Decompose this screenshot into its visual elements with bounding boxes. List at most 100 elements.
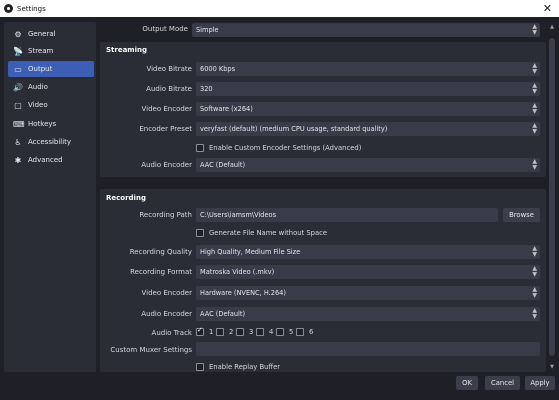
custom-encoder-label: Enable Custom Encoder Settings (Advanced… xyxy=(209,144,362,152)
scrollbar-thumb[interactable] xyxy=(549,38,555,356)
audio-bitrate-select[interactable]: 320 ▲ ▼ xyxy=(196,82,540,96)
audio-track-2-checkbox[interactable]: 2 xyxy=(216,328,233,336)
video-icon: ▢ xyxy=(14,100,22,110)
audio-track-1-checkbox[interactable]: 1 xyxy=(196,326,214,336)
recording-audio-encoder-select[interactable]: AAC (Default) ▲ ▼ xyxy=(196,307,540,321)
scroll-up-icon[interactable]: ▲ xyxy=(548,24,556,30)
ok-button[interactable]: OK xyxy=(456,376,478,390)
encoder-preset-select[interactable]: veryfast (default) (medium CPU usage, st… xyxy=(196,122,540,136)
sidebar-item-advanced[interactable]: ✱ Advanced xyxy=(8,152,94,168)
audio-track-6-label: 6 xyxy=(309,328,314,336)
audio-track-3-checkbox[interactable]: 3 xyxy=(236,328,253,336)
updown-arrows-icon: ▲ ▼ xyxy=(532,122,537,135)
video-encoder-label: Video Encoder xyxy=(141,105,192,113)
close-icon[interactable]: ✕ xyxy=(543,2,552,15)
recording-audio-encoder-label: Audio Encoder xyxy=(141,310,192,318)
recording-quality-value: High Quality, Medium File Size xyxy=(200,248,301,256)
replay-buffer-label: Enable Replay Buffer xyxy=(209,363,281,371)
video-encoder-value: Software (x264) xyxy=(200,105,253,113)
audio-track-1-label: 1 xyxy=(209,328,214,336)
accessibility-icon: ♿ xyxy=(14,137,22,147)
checkbox-box[interactable] xyxy=(236,328,244,336)
recording-video-encoder-label: Video Encoder xyxy=(141,289,192,297)
recording-path-label: Recording Path xyxy=(139,211,192,219)
sidebar-item-audio[interactable]: 🔊 Audio xyxy=(8,79,94,95)
recording-format-value: Matroska Video (.mkv) xyxy=(200,268,275,276)
checkbox-box[interactable] xyxy=(296,328,304,336)
no-space-filename-checkbox[interactable]: Generate File Name without Space xyxy=(196,229,327,237)
streaming-section-title: Streaming xyxy=(106,46,147,54)
sidebar-item-accessibility[interactable]: ♿ Accessibility xyxy=(8,134,94,150)
stream-icon: 📡 xyxy=(13,46,23,56)
video-bitrate-value: 6000 Kbps xyxy=(200,65,236,73)
sidebar-item-label: Output xyxy=(28,65,53,73)
recording-path-input[interactable]: C:\Users\iamsm\Videos xyxy=(196,208,498,222)
checkbox-box[interactable] xyxy=(256,328,264,336)
settings-sidebar: ⚙ General 📡 Stream ▭ Output 🔊 Audio ▢ Vi… xyxy=(4,22,96,372)
recording-video-encoder-select[interactable]: Hardware (NVENC, H.264) ▲ ▼ xyxy=(196,286,540,300)
audio-track-label: Audio Track xyxy=(151,329,192,337)
checkbox-box[interactable] xyxy=(196,326,204,336)
video-encoder-select[interactable]: Software (x264) ▲ ▼ xyxy=(196,102,540,116)
sidebar-item-stream[interactable]: 📡 Stream xyxy=(8,43,94,59)
audio-track-4-checkbox[interactable]: 4 xyxy=(256,328,273,336)
no-space-filename-label: Generate File Name without Space xyxy=(209,229,328,237)
audio-track-5-checkbox[interactable]: 5 xyxy=(276,328,293,336)
updown-arrows-icon: ▲ ▼ xyxy=(532,23,537,36)
checkbox-box[interactable] xyxy=(216,328,224,336)
audio-track-2-label: 2 xyxy=(229,328,234,336)
custom-encoder-checkbox[interactable]: Enable Custom Encoder Settings (Advanced… xyxy=(196,144,361,152)
checkbox-box[interactable] xyxy=(276,328,284,336)
recording-format-label: Recording Format xyxy=(130,268,192,276)
updown-arrows-icon: ▲ ▼ xyxy=(532,62,537,75)
content-scrollbar[interactable]: ▲ ▼ xyxy=(548,22,556,372)
sidebar-item-output[interactable]: ▭ Output xyxy=(8,61,94,77)
encoder-preset-label: Encoder Preset xyxy=(139,125,192,133)
replay-buffer-checkbox[interactable]: Enable Replay Buffer xyxy=(196,363,280,371)
audio-track-6-checkbox[interactable]: 6 xyxy=(296,328,313,336)
recording-format-select[interactable]: Matroska Video (.mkv) ▲ ▼ xyxy=(196,265,540,279)
scroll-down-icon[interactable]: ▼ xyxy=(548,364,556,370)
checkbox-box[interactable] xyxy=(196,229,204,237)
streaming-section: Streaming Video Bitrate 6000 Kbps ▲ ▼ Aud… xyxy=(100,42,546,177)
sidebar-item-video[interactable]: ▢ Video xyxy=(8,97,94,113)
browse-button[interactable]: Browse xyxy=(503,208,540,222)
audio-encoder-select[interactable]: AAC (Default) ▲ ▼ xyxy=(196,158,540,172)
output-mode-value: Simple xyxy=(196,26,219,34)
updown-arrows-icon: ▲ ▼ xyxy=(532,245,537,258)
output-icon: ▭ xyxy=(14,64,22,74)
sidebar-item-label: Advanced xyxy=(28,156,63,164)
audio-encoder-label: Audio Encoder xyxy=(141,161,192,169)
checkbox-box[interactable] xyxy=(196,144,204,152)
sidebar-item-label: Stream xyxy=(28,47,54,55)
updown-arrows-icon: ▲ ▼ xyxy=(532,265,537,278)
advanced-icon: ✱ xyxy=(14,155,22,165)
updown-arrows-icon: ▲ ▼ xyxy=(532,286,537,299)
audio-icon: 🔊 xyxy=(13,82,23,92)
output-settings-panel: Output Mode Simple ▲ ▼ Streaming Video Bi… xyxy=(100,22,546,372)
sidebar-item-label: Hotkeys xyxy=(28,120,57,128)
audio-track-5-label: 5 xyxy=(289,328,294,336)
audio-track-3-label: 3 xyxy=(249,328,254,336)
recording-section: Recording Recording Path C:\Users\iamsm\… xyxy=(100,189,546,372)
window-title: Settings xyxy=(17,4,46,13)
recording-path-value: C:\Users\iamsm\Videos xyxy=(200,211,277,219)
encoder-preset-value: veryfast (default) (medium CPU usage, st… xyxy=(200,125,388,133)
custom-muxer-input[interactable] xyxy=(196,342,540,356)
output-mode-label: Output Mode xyxy=(142,25,188,33)
sidebar-item-hotkeys[interactable]: ⌨ Hotkeys xyxy=(8,116,94,132)
updown-arrows-icon: ▲ ▼ xyxy=(532,82,537,95)
sidebar-item-general[interactable]: ⚙ General xyxy=(8,26,94,42)
audio-bitrate-value: 320 xyxy=(200,85,213,93)
audio-encoder-value: AAC (Default) xyxy=(200,161,246,169)
recording-quality-select[interactable]: High Quality, Medium File Size ▲ ▼ xyxy=(196,245,540,259)
audio-track-4-label: 4 xyxy=(269,328,274,336)
output-mode-select[interactable]: Simple ▲ ▼ xyxy=(192,23,540,37)
cancel-button[interactable]: Cancel xyxy=(485,376,520,390)
title-bar: Settings ✕ xyxy=(0,0,559,17)
video-bitrate-spinbox[interactable]: 6000 Kbps ▲ ▼ xyxy=(196,62,540,76)
video-bitrate-label: Video Bitrate xyxy=(146,65,192,73)
apply-button[interactable]: Apply xyxy=(525,376,555,390)
checkbox-box[interactable] xyxy=(196,363,204,371)
updown-arrows-icon: ▲ ▼ xyxy=(532,158,537,171)
